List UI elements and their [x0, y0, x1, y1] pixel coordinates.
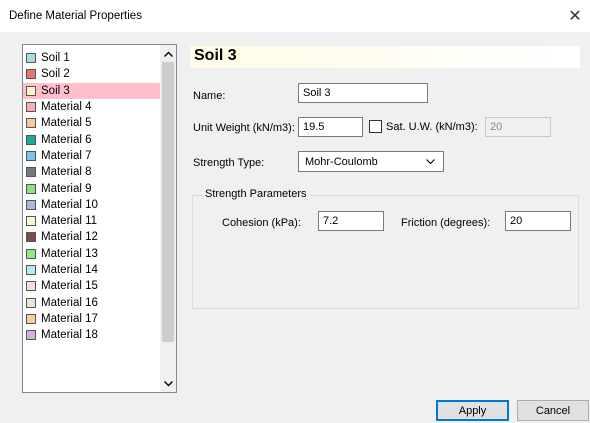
material-label: Material 18: [41, 329, 98, 342]
title-bar: Define Material Properties ✕: [0, 0, 590, 32]
material-color-swatch: [26, 118, 36, 129]
material-color-swatch: [26, 265, 36, 275]
list-item[interactable]: Material 14: [23, 262, 161, 278]
material-list-items: Soil 1 Soil 2 Soil 3 Material 4 Material 5 Ma…: [23, 50, 161, 343]
list-item[interactable]: Material 6: [23, 131, 161, 147]
material-color-swatch: [26, 313, 36, 324]
material-label: Material 14: [41, 264, 98, 276]
material-heading: Soil 3: [194, 47, 237, 64]
material-color-swatch: [26, 102, 36, 113]
material-label: Soil 1: [41, 52, 70, 65]
list-item[interactable]: Material 16: [23, 294, 161, 310]
list-item[interactable]: Material 12: [23, 229, 161, 245]
list-item[interactable]: Soil 1: [23, 50, 161, 66]
unit-weight-field[interactable]: [298, 117, 363, 137]
list-item[interactable]: Material 5: [23, 115, 161, 131]
material-list[interactable]: Soil 1 Soil 2 Soil 3 Material 4 Material 5 Ma…: [22, 44, 177, 393]
material-label: Material 17: [41, 312, 98, 325]
cancel-button[interactable]: Cancel: [517, 400, 589, 421]
material-label: Material 15: [41, 280, 98, 293]
material-color-swatch: [26, 248, 36, 259]
material-label: Material 6: [41, 133, 92, 146]
strength-type-select[interactable]: Mohr-Coulomb: [298, 151, 444, 172]
sat-uw-field[interactable]: [485, 117, 551, 137]
material-label: Material 16: [41, 296, 98, 309]
material-label: Material 11: [41, 215, 98, 228]
material-label: Material 9: [41, 182, 92, 195]
strength-type-value: Mohr-Coulomb: [305, 155, 378, 168]
material-color-swatch: [26, 134, 36, 145]
material-color-swatch: [26, 281, 36, 292]
material-label: Material 10: [41, 198, 98, 211]
material-label: Material 8: [41, 166, 92, 179]
chevron-down-icon[interactable]: [160, 375, 176, 392]
sat-uw-label: Sat. U.W. (kN/m3):: [386, 121, 478, 133]
material-color-swatch: [26, 232, 36, 243]
unit-weight-label: Unit Weight (kN/m3):: [193, 122, 295, 134]
chevron-down-icon: [426, 156, 435, 168]
list-item[interactable]: Material 15: [23, 278, 161, 294]
material-label: Soil 2: [41, 68, 70, 81]
strength-parameters-title: Strength Parameters: [202, 188, 310, 200]
material-color-swatch: [26, 150, 36, 161]
cohesion-label: Cohesion (kPa):: [222, 217, 301, 229]
material-color-swatch: [26, 53, 36, 64]
material-color-swatch: [26, 85, 36, 96]
sat-uw-checkbox[interactable]: [369, 120, 382, 133]
list-item[interactable]: Material 10: [23, 197, 161, 213]
list-item[interactable]: Material 13: [23, 246, 161, 262]
material-label: Material 12: [41, 231, 98, 244]
material-label: Material 5: [41, 117, 92, 130]
friction-field[interactable]: [505, 211, 571, 231]
list-item[interactable]: Material 17: [23, 311, 161, 327]
material-label: Soil 3: [41, 84, 70, 97]
list-item[interactable]: Soil 3: [23, 82, 161, 99]
apply-button[interactable]: Apply: [436, 400, 509, 421]
scroll-thumb[interactable]: [162, 62, 174, 342]
list-item[interactable]: Material 4: [23, 99, 161, 115]
material-color-swatch: [26, 199, 36, 210]
list-item[interactable]: Soil 2: [23, 66, 161, 82]
material-label: Material 4: [41, 101, 92, 114]
window-title: Define Material Properties: [9, 10, 142, 22]
list-scrollbar[interactable]: [160, 45, 176, 392]
material-color-swatch: [26, 330, 36, 341]
name-field[interactable]: [298, 83, 428, 103]
friction-label: Friction (degrees):: [401, 217, 491, 229]
material-color-swatch: [26, 69, 36, 80]
list-item[interactable]: Material 7: [23, 148, 161, 164]
list-item[interactable]: Material 11: [23, 213, 161, 229]
material-color-swatch: [26, 167, 36, 178]
material-color-swatch: [26, 216, 36, 227]
strength-type-label: Strength Type:: [193, 157, 265, 169]
list-item[interactable]: Material 8: [23, 164, 161, 180]
close-icon[interactable]: ✕: [560, 0, 590, 32]
define-material-dialog: Define Material Properties ✕ Soil 1 Soil …: [0, 0, 590, 423]
material-label: Material 7: [41, 149, 92, 162]
cohesion-field[interactable]: [318, 211, 384, 231]
list-item[interactable]: Material 18: [23, 327, 161, 343]
material-label: Material 13: [41, 247, 98, 260]
list-item[interactable]: Material 9: [23, 180, 161, 196]
material-color-swatch: [26, 183, 36, 194]
chevron-up-icon[interactable]: [160, 45, 176, 62]
name-label: Name:: [193, 90, 226, 102]
material-color-swatch: [26, 297, 36, 308]
material-header: Soil 3: [190, 46, 580, 68]
